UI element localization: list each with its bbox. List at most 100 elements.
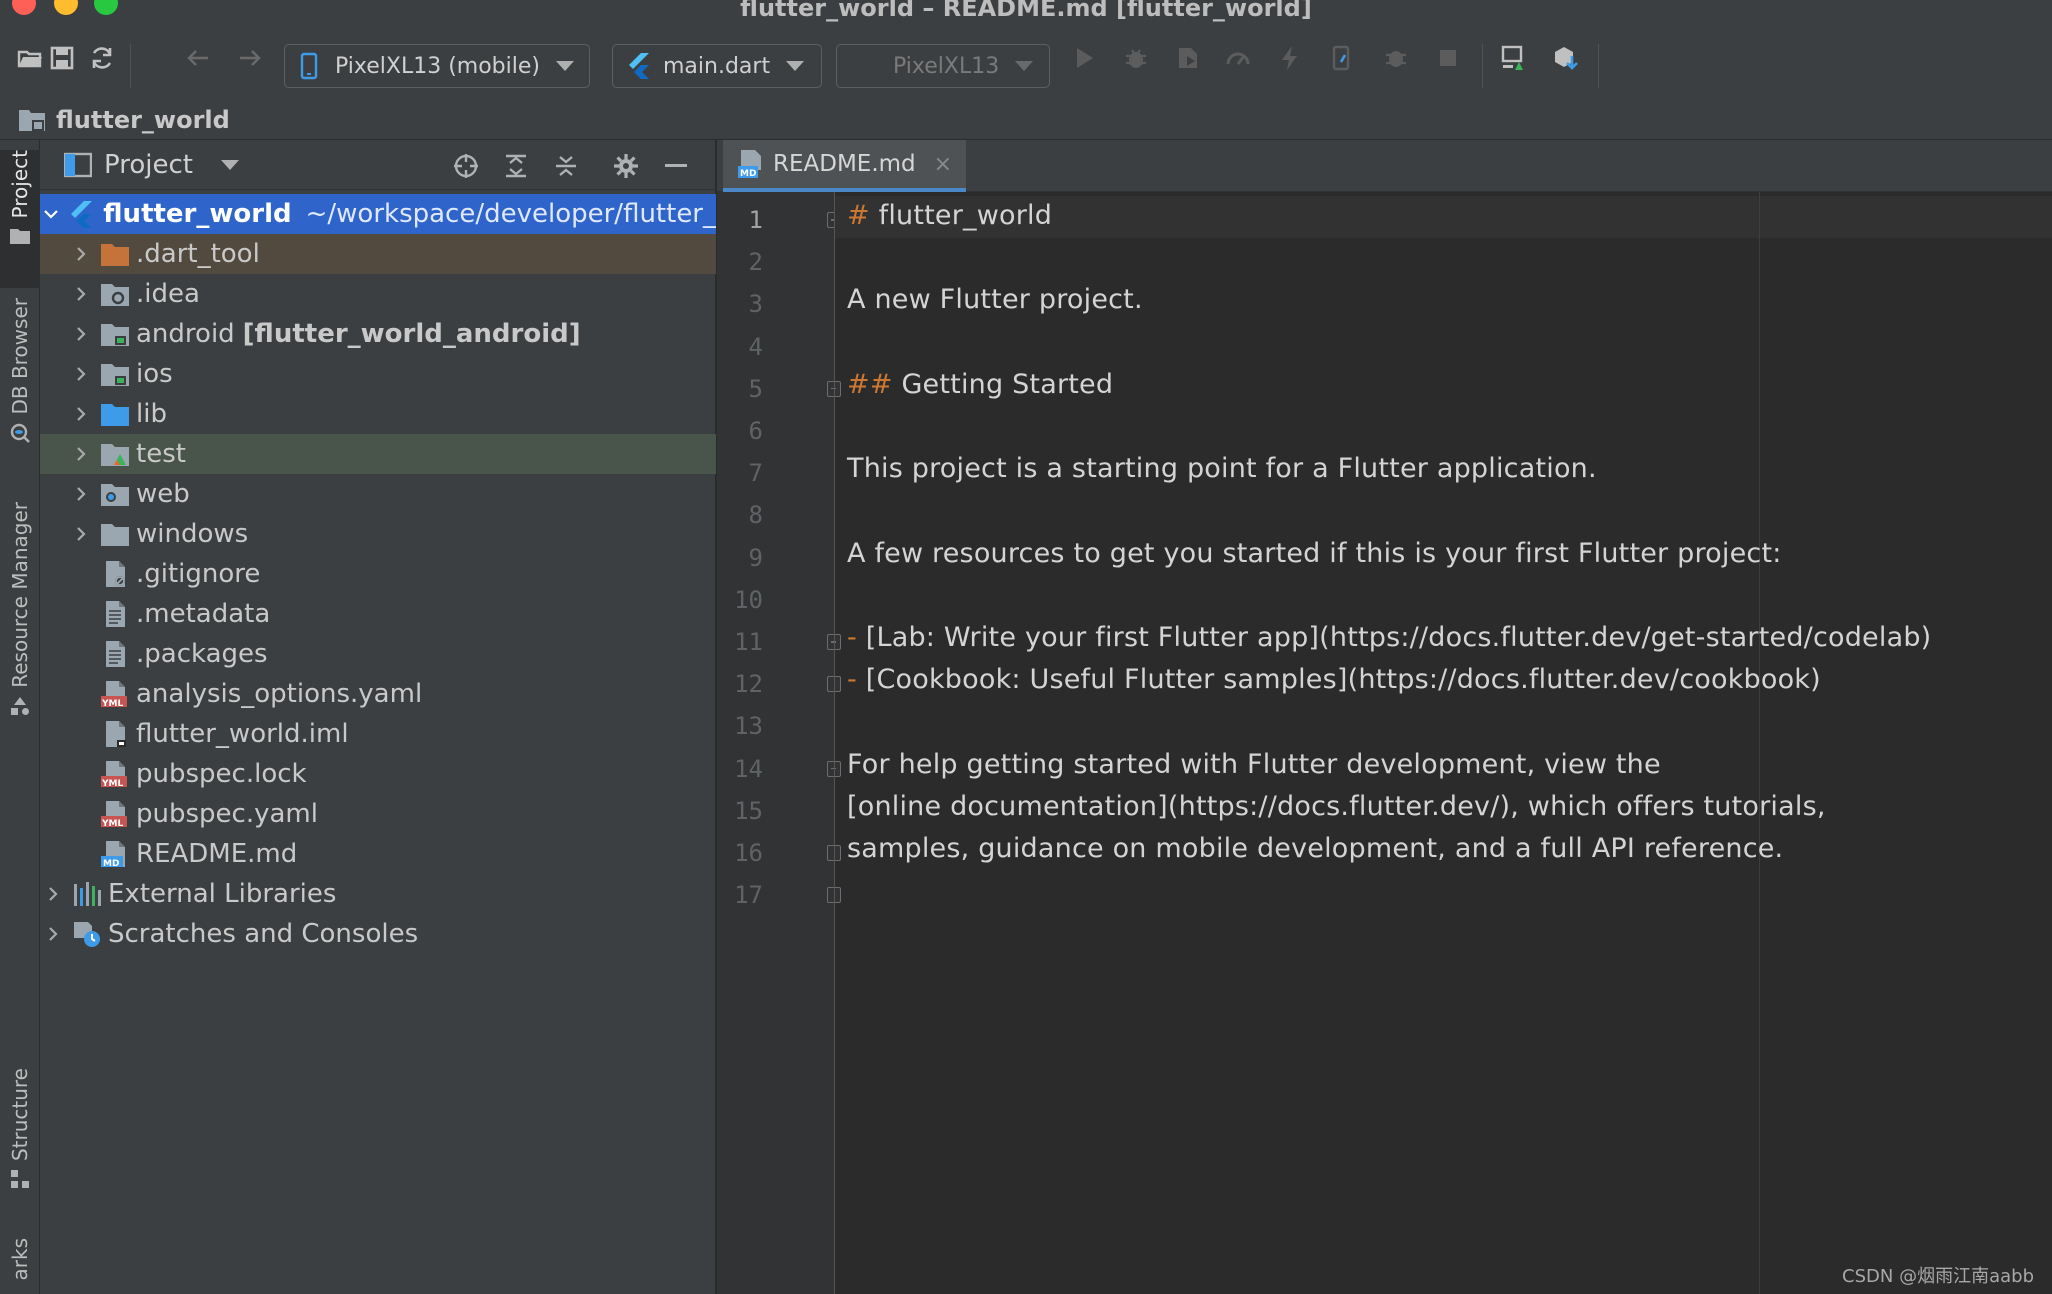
- tree-item-label: .idea: [136, 279, 200, 309]
- tree-item[interactable]: .idea: [40, 274, 716, 314]
- tree-item[interactable]: lib: [40, 394, 716, 434]
- forward-arrow-icon[interactable]: [232, 40, 268, 76]
- attach-debugger-icon[interactable]: [1378, 40, 1414, 76]
- chevron-right-icon[interactable]: [68, 281, 94, 307]
- tree-item[interactable]: YML pubspec.yaml: [40, 794, 716, 834]
- structure-tool-tab[interactable]: Structure: [0, 1068, 40, 1208]
- tree-item-label: External Libraries: [108, 879, 337, 909]
- chevron-right-icon[interactable]: [68, 481, 94, 507]
- project-path: ~/workspace/developer/flutter_: [305, 199, 716, 229]
- window-title: flutter_world – README.md [flutter_world…: [740, 0, 1312, 22]
- line-number: 3: [748, 290, 763, 319]
- profile-icon[interactable]: [1220, 40, 1256, 76]
- db-browser-tool-tab[interactable]: DB Browser: [0, 298, 40, 474]
- close-icon[interactable]: ×: [934, 152, 952, 177]
- run-icon[interactable]: [1066, 40, 1102, 76]
- structure-tool-label: Structure: [8, 1068, 32, 1162]
- yaml-file-icon: YML: [100, 680, 130, 708]
- stop-icon[interactable]: [1430, 40, 1466, 76]
- debug-icon[interactable]: [1118, 40, 1154, 76]
- tree-item[interactable]: .dart_tool: [40, 234, 716, 274]
- tree-item-label: web: [136, 479, 190, 509]
- tree-item[interactable]: windows: [40, 514, 716, 554]
- back-arrow-icon[interactable]: [180, 40, 216, 76]
- tree-item[interactable]: flutter_world.iml: [40, 714, 716, 754]
- code-line-text: [Lab: Write your first Flutter app](http…: [856, 622, 1932, 653]
- expand-all-icon[interactable]: [500, 150, 532, 182]
- collapse-all-icon[interactable]: [550, 150, 582, 182]
- save-icon[interactable]: [44, 40, 80, 76]
- chevron-right-icon[interactable]: [68, 521, 94, 547]
- tree-item[interactable]: .gitignore: [40, 554, 716, 594]
- tree-item-label: analysis_options.yaml: [136, 679, 423, 709]
- chevron-down-icon[interactable]: [40, 201, 61, 227]
- device-manager-icon[interactable]: [1496, 40, 1532, 76]
- chevron-right-icon[interactable]: [68, 241, 94, 267]
- chevron-right-icon[interactable]: [68, 361, 94, 387]
- line-number: 11: [734, 628, 763, 656]
- project-view-icon: [64, 152, 92, 177]
- chevron-down-icon: [555, 61, 574, 71]
- tab-readme[interactable]: MD README.md ×: [723, 140, 967, 192]
- project-folder-icon: [19, 109, 45, 131]
- markdown-marker: -: [847, 622, 857, 653]
- code-line: [online documentation](https://docs.flut…: [847, 791, 1826, 833]
- tree-item[interactable]: test: [40, 434, 716, 474]
- tree-item-label: .metadata: [136, 599, 271, 629]
- chevron-right-icon[interactable]: [40, 921, 66, 947]
- gear-icon[interactable]: [610, 150, 642, 182]
- tree-item[interactable]: .metadata: [40, 594, 716, 634]
- right-margin-guide: [1759, 192, 1760, 1294]
- tree-item[interactable]: .packages: [40, 634, 716, 674]
- flutter-project-icon: [67, 200, 97, 228]
- resources-icon: [11, 696, 29, 715]
- yaml-file-icon: YML: [100, 800, 130, 828]
- hot-reload-icon[interactable]: [1272, 40, 1308, 76]
- target-device-selector[interactable]: PixelXL13: [836, 44, 1050, 88]
- open-folder-icon[interactable]: [12, 40, 48, 76]
- tree-item[interactable]: ios: [40, 354, 716, 394]
- tree-item[interactable]: External Libraries: [40, 874, 716, 914]
- svg-text:YML: YML: [101, 699, 123, 708]
- tree-item-label: test: [136, 439, 186, 469]
- run-config-selector[interactable]: main.dart: [612, 44, 822, 88]
- code-line-text: This project is a starting point for a F…: [847, 453, 1597, 485]
- breadcrumb: flutter_world: [0, 100, 2052, 140]
- code-line-text: A few resources to get you started if th…: [847, 537, 1782, 569]
- database-search-icon: [10, 423, 30, 443]
- chevron-right-icon[interactable]: [68, 321, 94, 347]
- locate-file-icon[interactable]: [450, 150, 482, 182]
- coverage-icon[interactable]: [1170, 40, 1206, 76]
- hide-panel-icon[interactable]: [660, 150, 692, 182]
- bookmarks-tool-tab[interactable]: arks: [0, 1238, 40, 1294]
- project-view-selector[interactable]: Project: [104, 150, 193, 180]
- folder-excluded-icon: [100, 240, 130, 268]
- resource-manager-tool-tab[interactable]: Resource Manager: [0, 502, 40, 738]
- tab-label: README.md: [773, 151, 916, 177]
- editor-area: MD README.md × 1 2 3 4 5 6 7 8 9 10 11 12 13 14 15 16 17…: [717, 140, 2052, 1294]
- chevron-right-icon[interactable]: [68, 401, 94, 427]
- breadcrumb-project[interactable]: flutter_world: [56, 106, 230, 134]
- ignore-file-icon: [100, 560, 130, 588]
- tree-item[interactable]: flutter_world ~/workspace/developer/flutt…: [40, 194, 716, 234]
- tree-item[interactable]: YML analysis_options.yaml: [40, 674, 716, 714]
- device-selector[interactable]: PixelXL13 (mobile): [284, 44, 590, 88]
- tree-item[interactable]: YML pubspec.lock: [40, 754, 716, 794]
- hot-restart-icon[interactable]: [1324, 40, 1360, 76]
- chevron-right-icon[interactable]: [40, 881, 66, 907]
- sdk-manager-icon[interactable]: [1548, 40, 1584, 76]
- tree-item[interactable]: web: [40, 474, 716, 514]
- line-number: 15: [734, 796, 763, 825]
- tree-item[interactable]: Scratches and Consoles: [40, 914, 716, 954]
- tree-item[interactable]: MD README.md: [40, 834, 716, 874]
- structure-icon: [11, 1170, 29, 1189]
- tree-item[interactable]: android [flutter_world_android]: [40, 314, 716, 354]
- editor-tab-bar: MD README.md ×: [717, 140, 2052, 192]
- project-tool-tab[interactable]: Project: [0, 150, 40, 288]
- chevron-down-icon[interactable]: [220, 159, 239, 170]
- markdown-marker: ##: [847, 368, 893, 400]
- sync-icon[interactable]: [84, 40, 120, 76]
- chevron-down-icon: [786, 61, 805, 71]
- chevron-right-icon[interactable]: [68, 441, 94, 467]
- tree-item-label: ios: [136, 359, 173, 389]
